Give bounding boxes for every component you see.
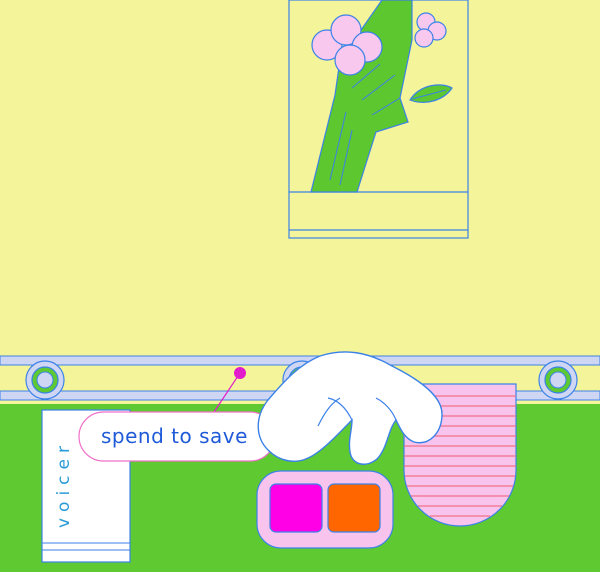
card-text: voicer: [54, 440, 74, 528]
roller-left: [25, 360, 65, 400]
pin-dot: [234, 367, 246, 379]
tagline-text: spend to save: [101, 424, 248, 448]
button-pad: [256, 470, 394, 549]
roller-right: [538, 360, 578, 400]
orange-button: [327, 483, 381, 533]
magenta-button: [269, 483, 323, 533]
illustration: [0, 0, 600, 572]
